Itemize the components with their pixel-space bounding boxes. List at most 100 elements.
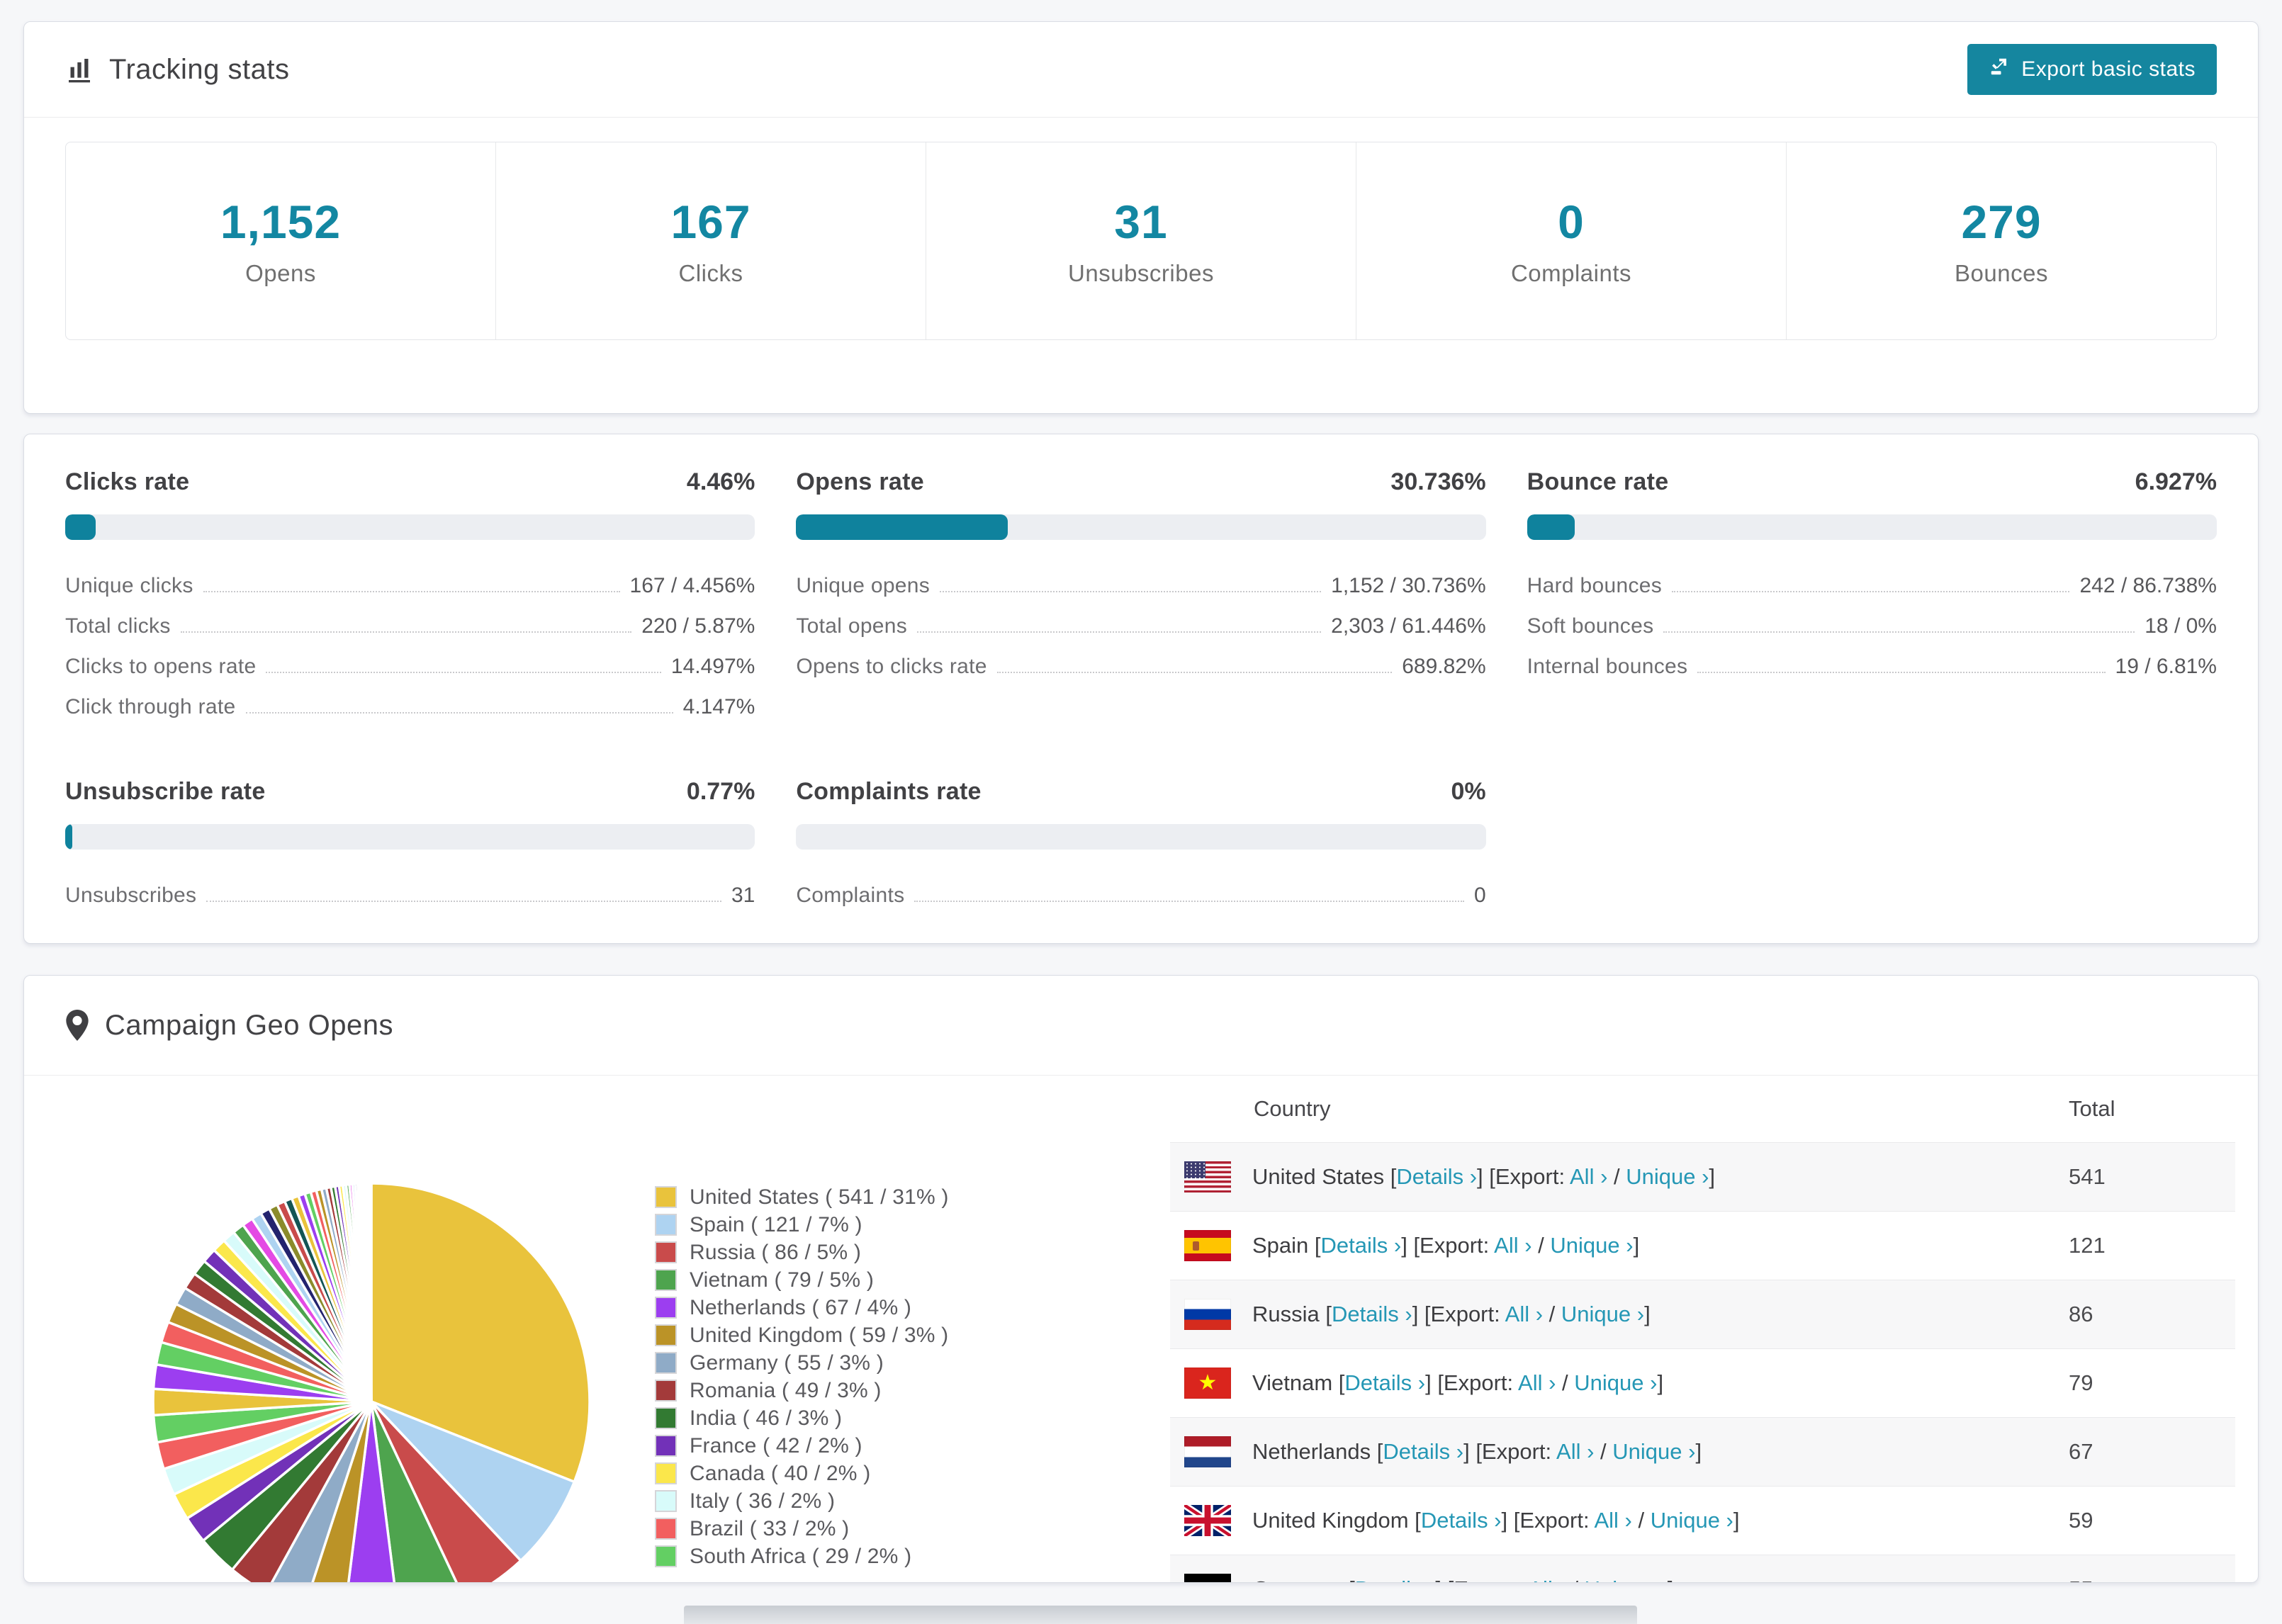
legend-item-united-states: United States ( 541 / 31% ) bbox=[655, 1183, 949, 1211]
rate-group-opens-rate: Opens rate 30.736% Unique opens 1,152 / 30.… bbox=[796, 468, 1486, 727]
export-basic-stats-button[interactable]: Export basic stats bbox=[1967, 44, 2217, 95]
summary-stat-opens: 1,152 Opens bbox=[66, 142, 495, 339]
country-cell: Germany [Details ›] [Export: All › / Uni… bbox=[1252, 1577, 2069, 1582]
legend-label: Italy ( 36 / 2% ) bbox=[690, 1489, 836, 1513]
legend-item-india: India ( 46 / 3% ) bbox=[655, 1404, 949, 1432]
export-unique-link[interactable]: Unique › bbox=[1651, 1508, 1733, 1533]
export-all-link[interactable]: All › bbox=[1518, 1370, 1556, 1395]
bar-chart-icon bbox=[65, 55, 94, 84]
stat-label: Opens bbox=[245, 260, 316, 286]
legend-swatch bbox=[655, 1518, 677, 1540]
legend-label: United Kingdom ( 59 / 3% ) bbox=[690, 1323, 949, 1347]
legend-swatch bbox=[655, 1435, 677, 1457]
rate-progress-bar bbox=[65, 514, 755, 540]
dotted-leader bbox=[1663, 631, 2135, 633]
rate-group-bounce-rate: Bounce rate 6.927% Hard bounces 242 / 86.73… bbox=[1527, 468, 2217, 727]
rate-row-label: Hard bounces bbox=[1527, 573, 1663, 597]
column-header-total: Total bbox=[2069, 1096, 2115, 1121]
flag-vn: ★ bbox=[1184, 1368, 1231, 1399]
country-cell: United Kingdom [Details ›] [Export: All … bbox=[1252, 1508, 1740, 1533]
export-all-link[interactable]: All › bbox=[1494, 1233, 1531, 1258]
legend-swatch bbox=[655, 1186, 677, 1208]
legend-label: United States ( 541 / 31% ) bbox=[690, 1185, 949, 1209]
rate-head: Bounce rate 6.927% bbox=[1527, 468, 2217, 496]
export-unique-link[interactable]: Unique › bbox=[1626, 1164, 1709, 1189]
details-link[interactable]: Details › bbox=[1321, 1233, 1402, 1258]
rate-row-value: 167 / 4.456% bbox=[629, 573, 755, 597]
geo-body: United States ( 541 / 31% ) Spain ( 121 /… bbox=[24, 1076, 2258, 1582]
details-link[interactable]: Details › bbox=[1355, 1577, 1436, 1582]
legend-swatch bbox=[655, 1297, 677, 1319]
rate-head: Clicks rate 4.46% bbox=[65, 468, 755, 496]
legend-item-russia: Russia ( 86 / 5% ) bbox=[655, 1239, 949, 1266]
rate-row-value: 2,303 / 61.446% bbox=[1331, 614, 1486, 638]
total-cell: 79 bbox=[2069, 1370, 2093, 1395]
pie-slice bbox=[369, 1182, 373, 1402]
dotted-leader bbox=[914, 900, 1464, 902]
campaign-geo-opens-card: Campaign Geo Opens United States ( 541 /… bbox=[23, 975, 2259, 1583]
rate-value: 0% bbox=[1451, 778, 1486, 805]
geo-title: Campaign Geo Opens bbox=[65, 1010, 393, 1042]
legend-item-spain: Spain ( 121 / 7% ) bbox=[655, 1211, 949, 1239]
legend-item-brazil: Brazil ( 33 / 2% ) bbox=[655, 1515, 949, 1543]
details-link[interactable]: Details › bbox=[1396, 1164, 1477, 1189]
rate-title: Opens rate bbox=[796, 468, 924, 495]
stat-label: Unsubscribes bbox=[1068, 260, 1214, 286]
stat-value: 31 bbox=[1114, 196, 1168, 248]
export-unique-link[interactable]: Unique › bbox=[1585, 1577, 1668, 1582]
rate-row: Complaints 0 bbox=[796, 875, 1485, 915]
summary-stat-clicks: 167 Clicks bbox=[495, 142, 926, 339]
rate-row: Click through rate 4.147% bbox=[65, 687, 755, 727]
details-link[interactable]: Details › bbox=[1344, 1370, 1425, 1395]
export-button-label: Export basic stats bbox=[2021, 57, 2196, 81]
geo-title-text: Campaign Geo Opens bbox=[105, 1009, 394, 1041]
details-link[interactable]: Details › bbox=[1383, 1439, 1463, 1464]
rate-row-label: Total clicks bbox=[65, 614, 171, 638]
export-all-link[interactable]: All › bbox=[1570, 1164, 1607, 1189]
rate-row-label: Click through rate bbox=[65, 694, 236, 718]
legend-item-italy: Italy ( 36 / 2% ) bbox=[655, 1487, 949, 1515]
rate-row: Clicks to opens rate 14.497% bbox=[65, 646, 755, 687]
legend-item-netherlands: Netherlands ( 67 / 4% ) bbox=[655, 1294, 949, 1321]
rate-row-label: Complaints bbox=[796, 883, 905, 907]
legend-label: India ( 46 / 3% ) bbox=[690, 1406, 843, 1430]
total-cell: 121 bbox=[2069, 1233, 2106, 1258]
stat-label: Complaints bbox=[1510, 260, 1632, 286]
tracking-stats-header: Tracking stats Export basic stats bbox=[24, 22, 2258, 118]
rate-title: Unsubscribe rate bbox=[65, 778, 266, 805]
tracking-stats-title: Tracking stats bbox=[65, 54, 289, 86]
rate-rows: Unique clicks 167 / 4.456% Total clicks 220… bbox=[65, 565, 755, 727]
rate-row: Unique opens 1,152 / 30.736% bbox=[796, 565, 1485, 606]
export-all-link[interactable]: All › bbox=[1594, 1508, 1631, 1533]
export-all-link[interactable]: All › bbox=[1528, 1577, 1566, 1582]
rate-row-value: 689.82% bbox=[1402, 654, 1486, 678]
export-all-link[interactable]: All › bbox=[1505, 1302, 1543, 1326]
legend-swatch bbox=[655, 1545, 677, 1567]
export-unique-link[interactable]: Unique › bbox=[1574, 1370, 1657, 1395]
rate-progress-bar bbox=[796, 514, 1486, 540]
legend-label: Romania ( 49 / 3% ) bbox=[690, 1378, 882, 1402]
dotted-leader bbox=[996, 671, 1393, 673]
details-link[interactable]: Details › bbox=[1332, 1302, 1412, 1326]
geo-table-row-vn: ★ Vietnam [Details ›] [Export: All › / Un… bbox=[1170, 1348, 2235, 1417]
tracking-stats-card: Tracking stats Export basic stats 1,152 O… bbox=[23, 21, 2259, 414]
dotted-leader bbox=[203, 590, 620, 592]
rate-head: Complaints rate 0% bbox=[796, 778, 1485, 806]
details-link[interactable]: Details › bbox=[1421, 1508, 1502, 1533]
export-unique-link[interactable]: Unique › bbox=[1612, 1439, 1695, 1464]
legend-item-romania: Romania ( 49 / 3% ) bbox=[655, 1377, 949, 1404]
legend-label: South Africa ( 29 / 2% ) bbox=[690, 1544, 912, 1568]
rate-group-unsubscribe-rate: Unsubscribe rate 0.77% Unsubscribes 31 bbox=[65, 778, 755, 915]
rate-title: Clicks rate bbox=[65, 468, 190, 495]
export-unique-link[interactable]: Unique › bbox=[1550, 1233, 1633, 1258]
rate-group-complaints-rate: Complaints rate 0% Complaints 0 bbox=[796, 778, 1486, 915]
rate-value: 0.77% bbox=[686, 778, 755, 805]
geo-table-row-us: United States [Details ›] [Export: All ›… bbox=[1170, 1142, 2235, 1211]
bottom-window-edge bbox=[684, 1606, 1637, 1624]
dotted-leader bbox=[266, 671, 661, 673]
export-all-link[interactable]: All › bbox=[1556, 1439, 1594, 1464]
legend-swatch bbox=[655, 1407, 677, 1429]
export-unique-link[interactable]: Unique › bbox=[1561, 1302, 1644, 1326]
legend-label: Canada ( 40 / 2% ) bbox=[690, 1461, 871, 1485]
rate-head: Unsubscribe rate 0.77% bbox=[65, 778, 755, 806]
